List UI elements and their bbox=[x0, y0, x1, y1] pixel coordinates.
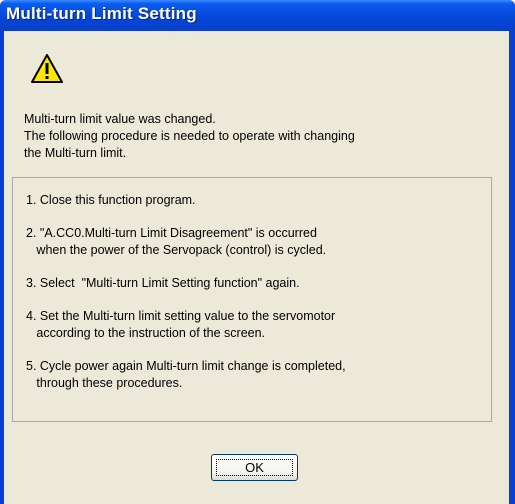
warning-icon bbox=[30, 53, 64, 85]
dialog-window: Multi-turn Limit Setting Multi-turn limi… bbox=[0, 0, 515, 504]
step-5-line-1: 5. Cycle power again Multi-turn limit ch… bbox=[26, 359, 346, 373]
warning-message: Multi-turn limit value was changed. The … bbox=[24, 111, 504, 162]
message-line: The following procedure is needed to ope… bbox=[24, 129, 355, 143]
title-bar[interactable]: Multi-turn Limit Setting bbox=[0, 0, 515, 31]
step-5-line-2: through these procedures. bbox=[26, 376, 183, 390]
step-1: 1. Close this function program. bbox=[26, 193, 196, 207]
step-2-line-1: 2. "A.CC0.Multi-turn Limit Disagreement"… bbox=[26, 226, 317, 240]
dialog-client-area: Multi-turn limit value was changed. The … bbox=[4, 31, 509, 504]
step-4-line-1: 4. Set the Multi-turn limit setting valu… bbox=[26, 309, 336, 323]
procedure-steps-box: 1. Close this function program. 2. "A.CC… bbox=[12, 177, 492, 422]
message-line: the Multi-turn limit. bbox=[24, 146, 127, 160]
step-2-line-2: when the power of the Servopack (control… bbox=[26, 243, 327, 257]
step-4-line-2: according to the instruction of the scre… bbox=[26, 326, 266, 340]
ok-button[interactable]: OK bbox=[211, 454, 298, 481]
step-3: 3. Select "Multi-turn Limit Setting func… bbox=[26, 276, 300, 290]
ok-button-label: OK bbox=[216, 459, 293, 476]
window-title: Multi-turn Limit Setting bbox=[6, 4, 197, 23]
message-line: Multi-turn limit value was changed. bbox=[24, 112, 216, 126]
